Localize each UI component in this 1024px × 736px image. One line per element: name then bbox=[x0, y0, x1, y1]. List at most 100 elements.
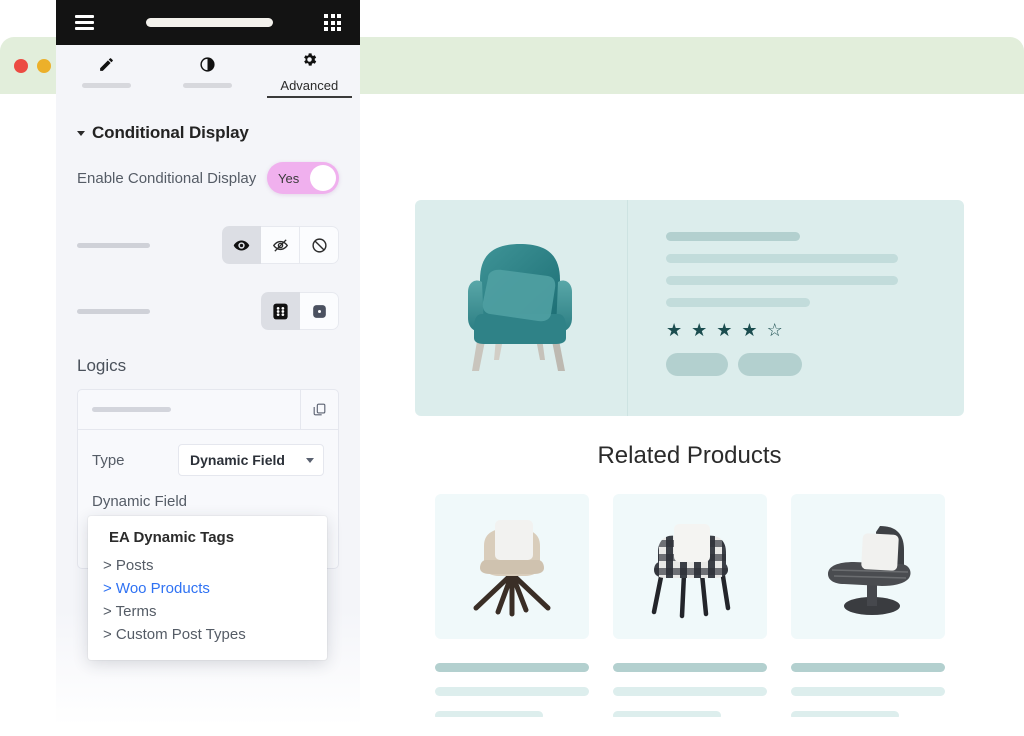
related-line-placeholder bbox=[791, 687, 945, 696]
visibility-option-row bbox=[77, 226, 339, 264]
product-title-placeholder bbox=[666, 232, 800, 241]
product-image-pane bbox=[415, 200, 628, 416]
tab-advanced[interactable]: Advanced bbox=[259, 45, 360, 98]
logics-label: Logics bbox=[77, 356, 339, 376]
section-title: Conditional Display bbox=[92, 123, 249, 143]
related-line-placeholder bbox=[435, 687, 589, 696]
visibility-hide-button[interactable] bbox=[261, 226, 300, 264]
window-minimize-button[interactable] bbox=[37, 59, 51, 73]
editor-tabs: Advanced bbox=[56, 45, 360, 98]
enable-conditional-display-row: Enable Conditional Display Yes bbox=[77, 162, 339, 194]
related-title-placeholder bbox=[435, 663, 589, 672]
screenshot-root: ★ ★ ★ ★ ☆ Related Products bbox=[0, 0, 1024, 736]
eye-slash-icon bbox=[272, 237, 289, 254]
contrast-icon bbox=[199, 56, 216, 77]
related-product-card[interactable] bbox=[791, 494, 945, 717]
dots-grid-icon bbox=[271, 302, 290, 321]
related-product-text bbox=[791, 663, 945, 717]
related-products-grid bbox=[435, 494, 945, 717]
related-product-thumb bbox=[435, 494, 589, 639]
related-line-placeholder bbox=[613, 687, 767, 696]
dynamic-tag-group-terms[interactable]: > Terms bbox=[88, 600, 327, 623]
buy-now-placeholder[interactable] bbox=[738, 353, 802, 376]
window-close-button[interactable] bbox=[14, 59, 28, 73]
related-line-placeholder bbox=[435, 711, 543, 717]
product-desc-line bbox=[666, 276, 898, 285]
panel-content: Conditional Display Enable Conditional D… bbox=[56, 123, 360, 569]
enable-conditional-display-label: Enable Conditional Display bbox=[77, 170, 256, 187]
related-title-placeholder bbox=[613, 663, 767, 672]
logic-item-header[interactable] bbox=[78, 390, 338, 430]
teal-armchair-image bbox=[454, 238, 589, 378]
star-icon: ★ bbox=[691, 321, 707, 339]
tab-advanced-label: Advanced bbox=[280, 78, 338, 93]
related-line-placeholder bbox=[791, 711, 899, 717]
product-detail-pane: ★ ★ ★ ★ ☆ bbox=[628, 200, 964, 416]
toggle-knob bbox=[310, 165, 336, 191]
related-product-card[interactable] bbox=[435, 494, 589, 717]
visibility-show-button[interactable] bbox=[222, 226, 261, 264]
star-icon: ★ bbox=[716, 321, 732, 339]
conditional-display-section-header[interactable]: Conditional Display bbox=[77, 123, 339, 143]
related-product-card[interactable] bbox=[613, 494, 767, 717]
gear-icon bbox=[301, 51, 318, 72]
visibility-button-group bbox=[222, 226, 339, 264]
dynamic-tags-menu-title: EA Dynamic Tags bbox=[88, 529, 327, 554]
layout-multiple-button[interactable] bbox=[261, 292, 300, 330]
editor-title-placeholder bbox=[146, 18, 273, 27]
eye-icon bbox=[233, 237, 250, 254]
related-products-title: Related Products bbox=[415, 442, 964, 470]
tab-content[interactable] bbox=[56, 45, 157, 98]
plaid-armchair-image bbox=[638, 512, 742, 622]
dynamic-field-label: Dynamic Field bbox=[92, 493, 324, 510]
product-desc-line bbox=[666, 254, 898, 263]
product-hero-card: ★ ★ ★ ★ ☆ bbox=[415, 200, 964, 416]
type-label: Type bbox=[92, 452, 125, 469]
duplicate-logic-button[interactable] bbox=[300, 390, 338, 429]
tab-style[interactable] bbox=[157, 45, 258, 98]
layout-button-group bbox=[261, 292, 339, 330]
pencil-icon bbox=[98, 56, 115, 77]
star-half-icon: ☆ bbox=[767, 321, 783, 339]
layout-single-button[interactable] bbox=[300, 292, 339, 330]
type-select-value: Dynamic Field bbox=[190, 452, 285, 468]
product-desc-line bbox=[666, 298, 810, 307]
toggle-value-label: Yes bbox=[278, 171, 299, 186]
product-actions bbox=[666, 353, 924, 376]
ea-dynamic-tags-menu: EA Dynamic Tags > Posts > Woo Products >… bbox=[88, 516, 327, 660]
related-product-text bbox=[435, 663, 589, 717]
tab-label-placeholder bbox=[82, 83, 131, 88]
dark-striped-swivel-chair-image bbox=[814, 512, 922, 622]
enable-conditional-display-toggle[interactable]: Yes bbox=[267, 162, 339, 194]
single-dot-icon bbox=[310, 302, 329, 321]
tab-label-placeholder bbox=[183, 83, 232, 88]
product-rating: ★ ★ ★ ★ ☆ bbox=[666, 321, 924, 339]
editor-settings-panel: Advanced Conditional Display Enable Cond… bbox=[56, 0, 360, 726]
copy-icon bbox=[312, 402, 327, 417]
logic-name-placeholder bbox=[92, 407, 171, 412]
dynamic-tag-group-custom-post-types[interactable]: > Custom Post Types bbox=[88, 623, 327, 646]
beige-swivel-chair-image bbox=[462, 512, 562, 622]
chevron-down-icon bbox=[306, 458, 314, 463]
dynamic-tag-group-posts[interactable]: > Posts bbox=[88, 554, 327, 577]
grid-icon[interactable] bbox=[324, 14, 341, 31]
related-product-text bbox=[613, 663, 767, 717]
related-line-placeholder bbox=[613, 711, 721, 717]
type-select[interactable]: Dynamic Field bbox=[178, 444, 324, 476]
ban-icon bbox=[311, 237, 328, 254]
visibility-disable-button[interactable] bbox=[300, 226, 339, 264]
related-title-placeholder bbox=[791, 663, 945, 672]
caret-down-icon bbox=[77, 131, 85, 136]
star-icon: ★ bbox=[666, 321, 682, 339]
layout-label-placeholder bbox=[77, 309, 150, 314]
add-to-cart-placeholder[interactable] bbox=[666, 353, 728, 376]
layout-option-row bbox=[77, 292, 339, 330]
star-icon: ★ bbox=[741, 321, 757, 339]
related-product-thumb bbox=[791, 494, 945, 639]
visibility-label-placeholder bbox=[77, 243, 150, 248]
hamburger-icon[interactable] bbox=[75, 15, 94, 30]
dynamic-tag-group-woo-products[interactable]: > Woo Products bbox=[88, 577, 327, 600]
editor-topbar bbox=[56, 0, 360, 45]
related-product-thumb bbox=[613, 494, 767, 639]
type-field-row: Type Dynamic Field bbox=[92, 444, 324, 476]
